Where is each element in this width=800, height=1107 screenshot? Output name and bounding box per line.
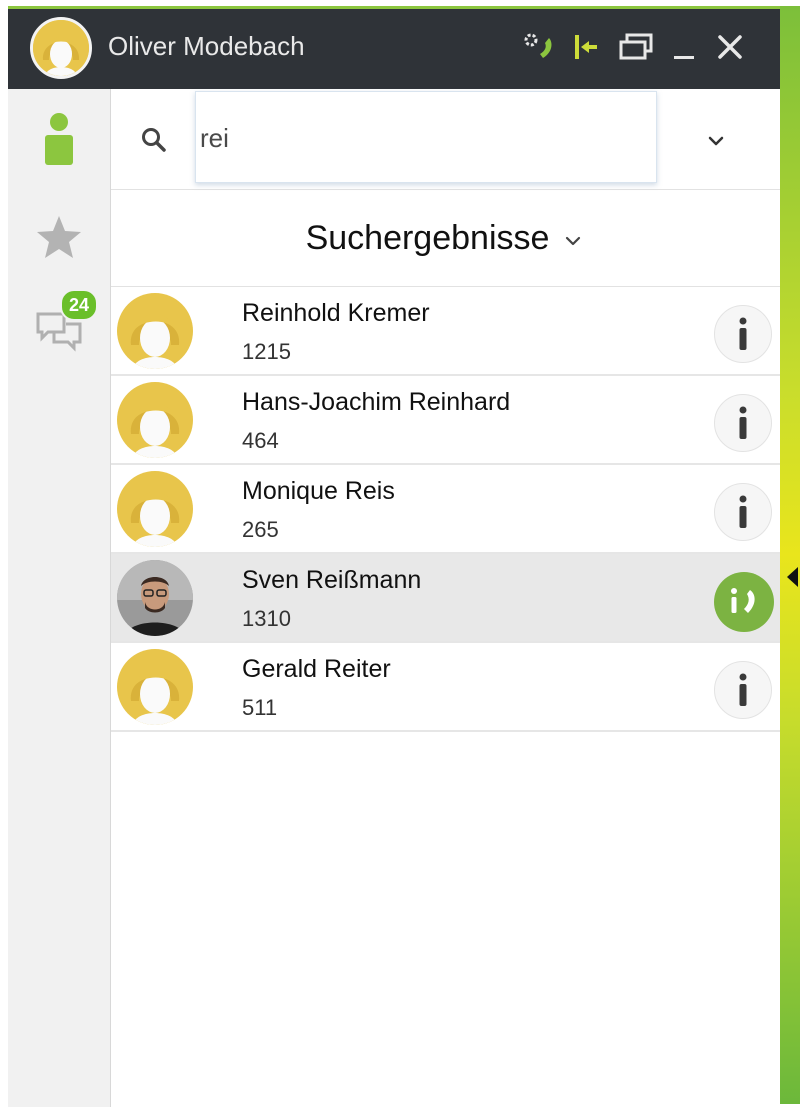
restore-icon [619,33,653,60]
search-icon [139,125,169,155]
contact-row[interactable]: Reinhold Kremer 1215 [111,287,780,376]
default-avatar-icon [117,649,193,725]
contact-list: Reinhold Kremer 1215 Hans-Joachim Reinha… [111,287,780,732]
contact-name: Hans-Joachim Reinhard [242,388,511,416]
default-avatar-icon [117,382,193,458]
info-icon [739,317,747,350]
default-avatar-icon [33,20,89,76]
selection-pointer-icon [787,567,798,587]
info-button[interactable] [714,483,772,541]
sidebar-item-contacts[interactable] [34,111,84,167]
contact-number: 265 [242,517,279,542]
app-window: Oliver Modebach 24 rei Suchergebnisse Re… [8,6,780,1107]
user-name: Oliver Modebach [108,31,305,61]
pin-button[interactable] [566,27,606,67]
contact-number: 511 [242,695,278,720]
search-row [111,89,780,190]
contact-photo-icon [117,560,193,636]
default-avatar-icon [117,471,193,547]
chat-unread-badge: 24 [60,289,98,321]
call-forward-icon [524,33,552,58]
info-icon [739,495,747,528]
minimize-icon [674,56,694,59]
call-info-button[interactable] [714,572,774,632]
search-options-button[interactable] [701,125,731,155]
contact-number: 1215 [242,339,291,364]
close-icon [718,35,742,59]
call-forward-button[interactable] [520,27,560,67]
info-button[interactable] [714,394,772,452]
chevron-down-icon [566,236,581,246]
results-title: Suchergebnisse [305,218,550,257]
contact-row[interactable]: Gerald Reiter 511 [111,643,780,732]
contact-number: 464 [242,428,279,453]
contact-avatar [117,293,193,369]
phone-info-icon [731,588,755,613]
contact-avatar [117,471,193,547]
main-panel: Suchergebnisse Reinhold Kremer [111,89,780,1107]
info-button[interactable] [714,305,772,363]
contact-photo [117,560,193,636]
user-avatar[interactable] [30,17,92,79]
info-button[interactable] [714,661,772,719]
info-icon [739,673,747,706]
sidebar: 24 [8,89,111,1107]
default-avatar-icon [117,293,193,369]
contact-row[interactable]: Hans-Joachim Reinhard 464 [111,376,780,465]
contact-avatar [117,382,193,458]
restore-button[interactable] [614,27,658,67]
info-icon [739,406,747,439]
contact-row-selected[interactable]: Sven Reißmann 1310 [111,554,780,643]
pin-icon [575,35,597,59]
contact-name: Gerald Reiter [242,655,391,683]
sidebar-item-favorites[interactable] [34,213,84,263]
minimize-button[interactable] [668,27,700,67]
accent-strip [780,6,800,1104]
contact-name: Reinhold Kremer [242,299,430,327]
contact-avatar [117,649,193,725]
title-bar[interactable]: Oliver Modebach [8,9,780,89]
contact-number: 1310 [242,606,291,631]
results-header[interactable]: Suchergebnisse [111,190,780,287]
chevron-down-icon [708,136,724,146]
contact-name: Sven Reißmann [242,566,422,594]
search-field[interactable] [195,91,657,183]
close-button[interactable] [710,27,750,67]
search-input[interactable] [198,122,642,155]
contact-name: Monique Reis [242,477,395,505]
contact-row[interactable]: Monique Reis 265 [111,465,780,554]
star-icon [37,216,81,258]
contacts-icon [45,113,73,165]
